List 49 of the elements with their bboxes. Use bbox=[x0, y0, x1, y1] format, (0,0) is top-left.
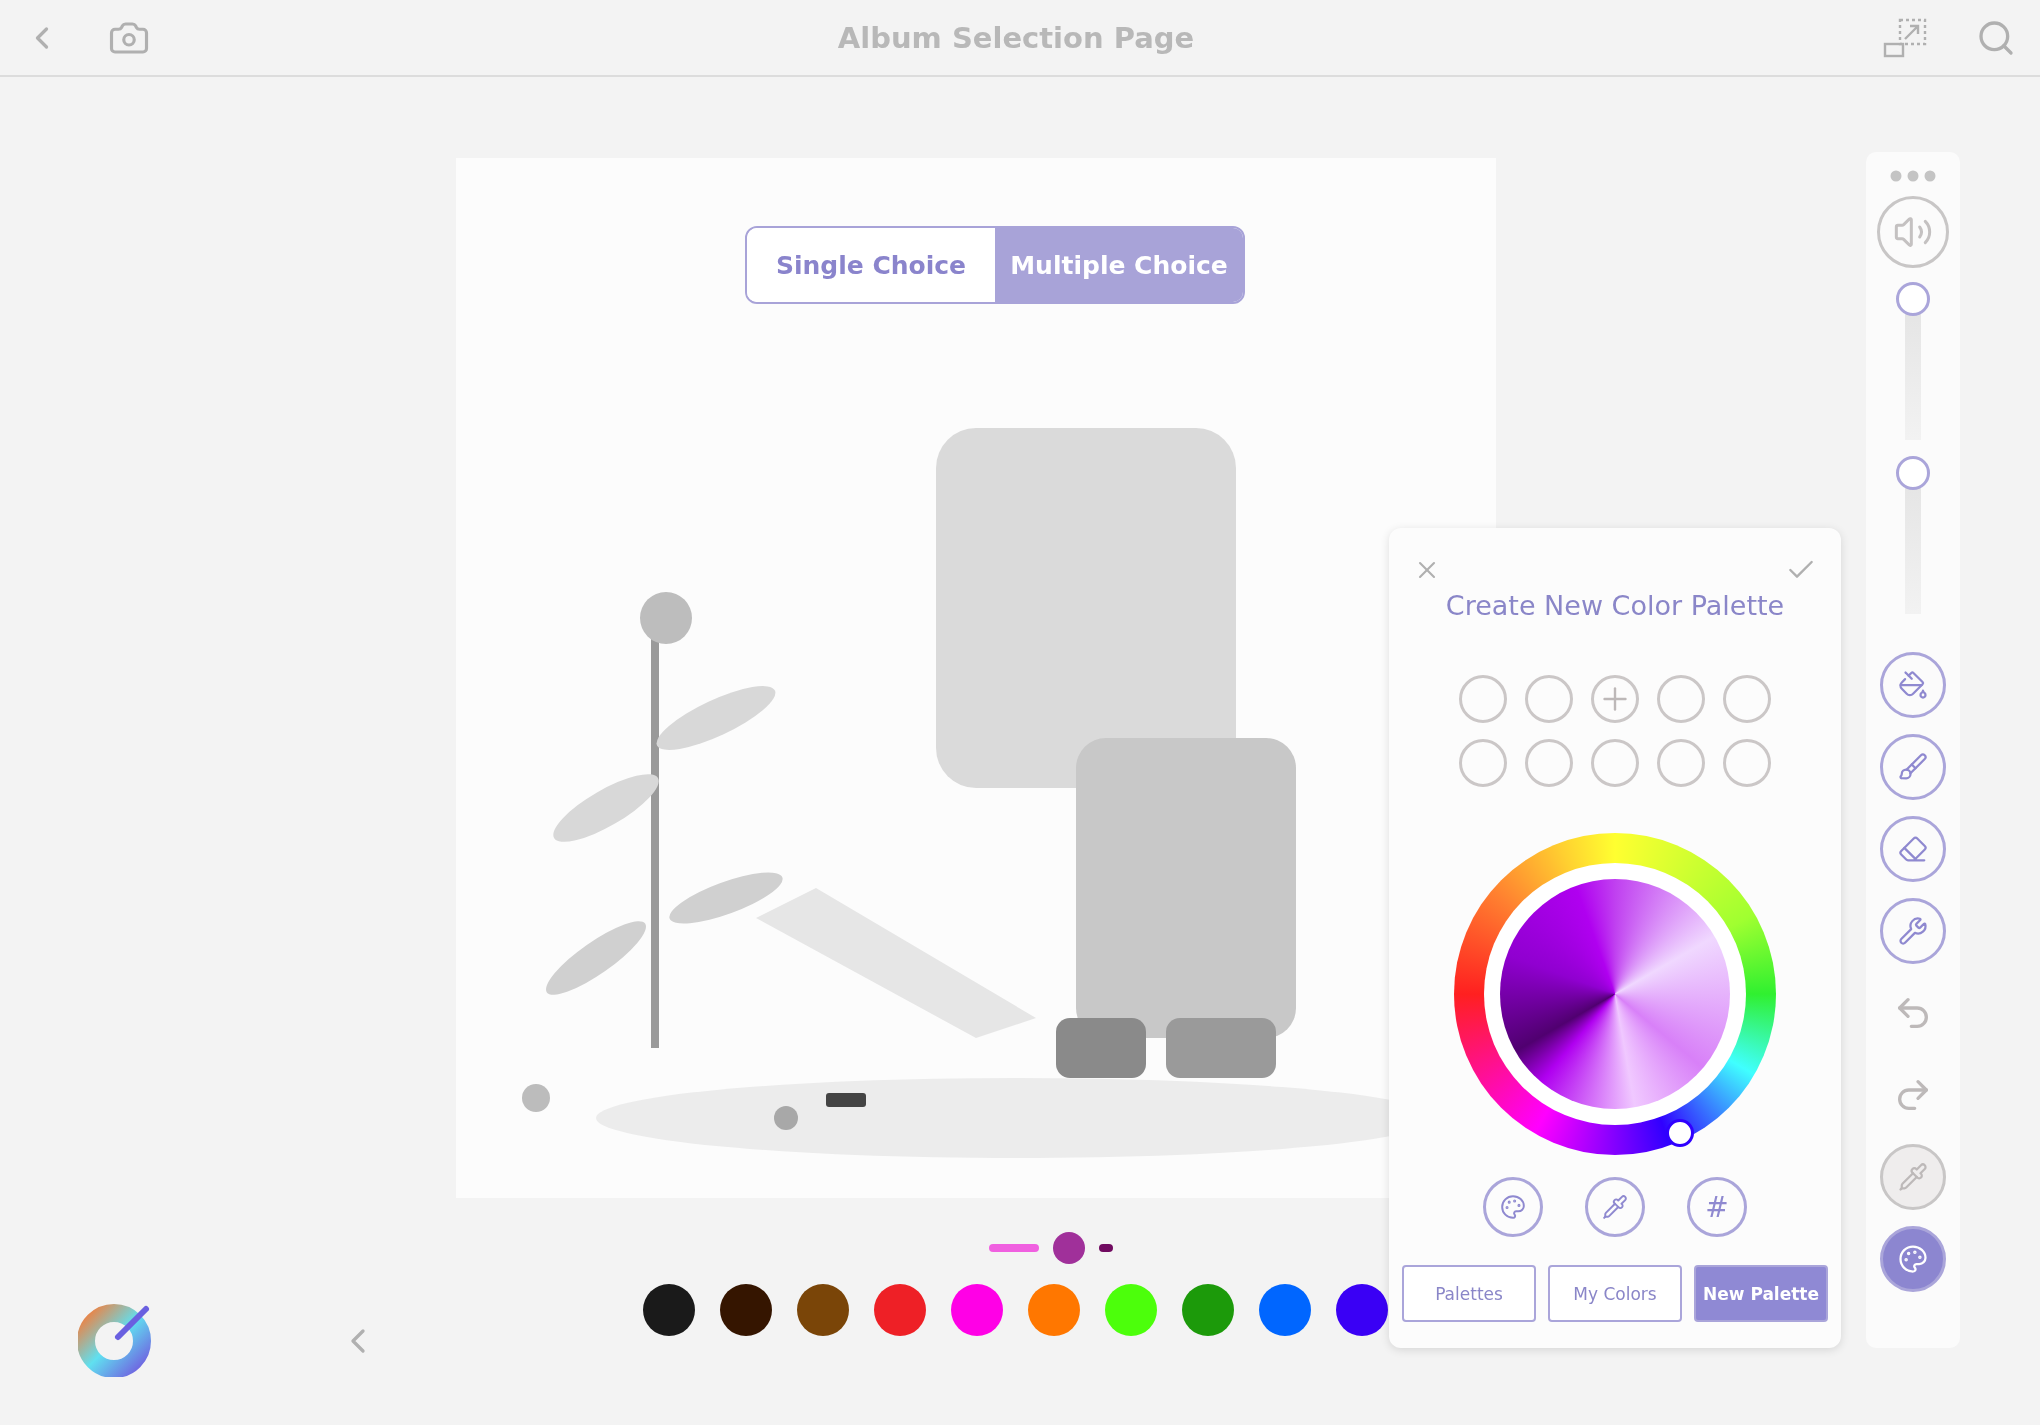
palette-icon bbox=[1500, 1194, 1526, 1220]
wrench-tool-button[interactable] bbox=[1880, 898, 1946, 964]
sound-button[interactable] bbox=[1877, 196, 1949, 268]
empty-color-slot[interactable] bbox=[1657, 739, 1705, 787]
paint-bucket-icon bbox=[1898, 670, 1928, 700]
eyedropper-icon bbox=[1898, 1162, 1928, 1192]
color-swatch[interactable] bbox=[1105, 1284, 1157, 1336]
color-swatch[interactable] bbox=[1259, 1284, 1311, 1336]
slider-thumb[interactable] bbox=[1896, 456, 1930, 490]
color-swatch[interactable] bbox=[1336, 1284, 1388, 1336]
add-color-slot[interactable] bbox=[1591, 675, 1639, 723]
palette-tab[interactable]: My Colors bbox=[1548, 1265, 1682, 1322]
choice-tab[interactable]: Multiple Choice bbox=[995, 228, 1243, 302]
eraser-tool-button[interactable] bbox=[1880, 816, 1946, 882]
empty-color-slot[interactable] bbox=[1459, 675, 1507, 723]
color-swatch[interactable] bbox=[1028, 1284, 1080, 1336]
empty-color-slot[interactable] bbox=[1525, 739, 1573, 787]
page-title: Album Selection Page bbox=[836, 20, 1196, 55]
color-swatch[interactable] bbox=[874, 1284, 926, 1336]
palette-icon bbox=[1898, 1244, 1928, 1274]
empty-color-slot[interactable] bbox=[1459, 739, 1507, 787]
slider-thumb[interactable] bbox=[1896, 282, 1930, 316]
color-swatch[interactable] bbox=[1182, 1284, 1234, 1336]
brush-size-option[interactable] bbox=[1099, 1244, 1113, 1252]
color-swatch[interactable] bbox=[797, 1284, 849, 1336]
color-swatch[interactable] bbox=[951, 1284, 1003, 1336]
color-swatch[interactable] bbox=[720, 1284, 772, 1336]
app-logo-icon bbox=[78, 1301, 154, 1377]
wrench-icon bbox=[1898, 916, 1928, 946]
brush-tool-button[interactable] bbox=[1880, 734, 1946, 800]
hex-mode-button[interactable]: # bbox=[1687, 1177, 1747, 1237]
empty-color-slot[interactable] bbox=[1591, 739, 1639, 787]
bucket-tool-button[interactable] bbox=[1880, 652, 1946, 718]
palette-tab[interactable]: New Palette bbox=[1694, 1265, 1828, 1322]
eyedropper-icon bbox=[1602, 1194, 1628, 1220]
empty-color-slot[interactable] bbox=[1723, 675, 1771, 723]
more-icon bbox=[1890, 170, 1936, 182]
dropper-mode-button[interactable] bbox=[1585, 1177, 1645, 1237]
brush-icon bbox=[1898, 752, 1928, 782]
brush-size-option[interactable] bbox=[1053, 1232, 1085, 1264]
eraser-icon bbox=[1898, 834, 1928, 864]
resize-icon bbox=[1882, 16, 1928, 59]
palette-tab[interactable]: Palettes bbox=[1402, 1265, 1536, 1322]
hue-thumb[interactable] bbox=[1666, 1119, 1694, 1147]
palette-mode-button[interactable] bbox=[1483, 1177, 1543, 1237]
empty-color-slot[interactable] bbox=[1723, 739, 1771, 787]
empty-color-slot[interactable] bbox=[1657, 675, 1705, 723]
color-swatch[interactable] bbox=[643, 1284, 695, 1336]
empty-color-slot[interactable] bbox=[1525, 675, 1573, 723]
